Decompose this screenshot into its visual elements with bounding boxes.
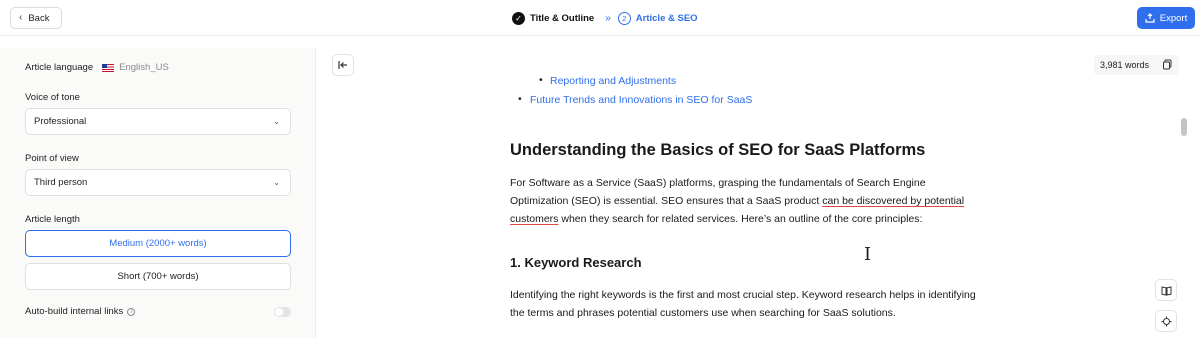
us-flag-icon — [102, 63, 115, 72]
toc-item-link[interactable]: Future Trends and Innovations in SEO for… — [518, 93, 752, 106]
article-editor: 3,981 words Reporting and Adjustments Fu… — [317, 37, 1200, 338]
point-of-view-select[interactable]: Third person ⌄ — [25, 169, 291, 196]
export-label: Export — [1159, 12, 1188, 24]
collapse-sidebar-button[interactable] — [332, 54, 354, 76]
export-button[interactable]: Export — [1137, 7, 1195, 29]
auto-links-label: Auto-build internal links — [25, 306, 124, 317]
step-number-badge: 2 — [617, 11, 631, 25]
intro-paragraph[interactable]: For Software as a Service (SaaS) platfor… — [510, 174, 980, 228]
keyword-paragraph[interactable]: Identifying the right keywords is the fi… — [510, 286, 980, 322]
copy-icon[interactable] — [1162, 59, 1173, 70]
toc-sub-item-link[interactable]: Reporting and Adjustments — [539, 74, 676, 87]
article-language-label: Article language — [25, 62, 94, 73]
point-of-view-label: Point of view — [25, 153, 79, 164]
chevron-down-icon: ⌄ — [273, 117, 280, 126]
back-label: Back — [28, 12, 50, 24]
chevron-down-icon: ⌄ — [273, 178, 280, 187]
voice-of-tone-label: Voice of tone — [25, 92, 80, 103]
intro-text-end: when they search for related services. H… — [558, 213, 923, 225]
section-heading: Understanding the Basics of SEO for SaaS… — [510, 141, 926, 159]
voice-of-tone-select[interactable]: Professional ⌄ — [25, 108, 291, 135]
text-cursor-icon: I — [864, 244, 872, 265]
auto-links-row: Auto-build internal links i — [25, 306, 136, 317]
sparkle-icon — [1161, 316, 1171, 326]
step-title-outline[interactable]: Title & Outline — [530, 13, 594, 24]
double-chevron-icon: » — [605, 12, 610, 24]
word-count-badge: 3,981 words — [1094, 55, 1179, 75]
article-language-value: English_US — [119, 62, 169, 73]
collapse-left-icon — [338, 61, 347, 69]
stepper: ✓ Title & Outline » 2 Article & SEO — [512, 10, 698, 26]
step-article-seo[interactable]: Article & SEO — [636, 13, 698, 24]
editor-scrollbar[interactable] — [1181, 118, 1187, 136]
auto-links-toggle[interactable] — [274, 307, 291, 317]
point-of-view-value: Third person — [34, 177, 88, 188]
top-bar: ‹ Back ✓ Title & Outline » 2 Article & S… — [0, 0, 1200, 36]
article-language-row: Article language English_US — [25, 62, 169, 73]
length-option-short[interactable]: Short (700+ words) — [25, 263, 291, 290]
back-button[interactable]: ‹ Back — [10, 7, 62, 29]
check-icon: ✓ — [512, 11, 525, 25]
length-option-medium[interactable]: Medium (2000+ words) — [25, 230, 291, 257]
article-length-label: Article length — [25, 214, 80, 225]
info-icon[interactable]: i — [127, 307, 136, 316]
book-button[interactable] — [1155, 279, 1177, 301]
voice-of-tone-value: Professional — [34, 116, 87, 127]
subsection-heading: 1. Keyword Research — [510, 255, 642, 270]
book-icon — [1161, 285, 1171, 296]
word-count-text: 3,981 words — [1100, 60, 1150, 70]
export-icon — [1145, 13, 1155, 23]
chevron-left-icon: ‹ — [19, 12, 23, 23]
settings-sidebar: Article language English_US Voice of ton… — [0, 48, 316, 338]
ai-assistant-button[interactable] — [1155, 310, 1177, 332]
